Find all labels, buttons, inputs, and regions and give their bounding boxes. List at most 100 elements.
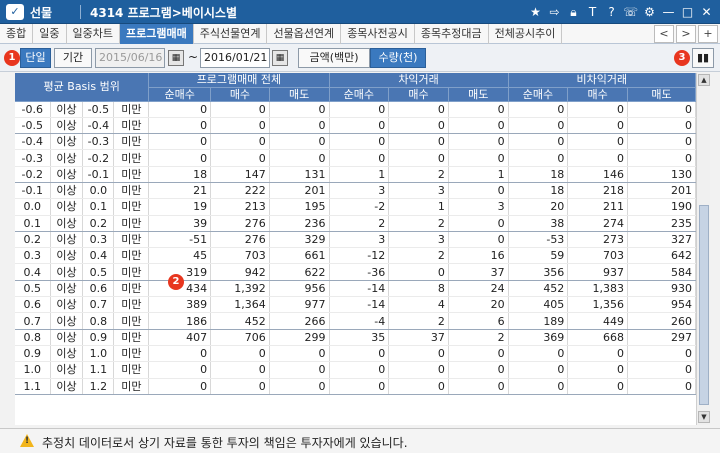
section-label: 선물 [30, 6, 53, 20]
cell-range-high: 1.1 [82, 361, 115, 379]
table-row[interactable]: -0.6 이상 -0.5 미만 0 0 0 0 0 0 0 0 0 [15, 101, 696, 118]
cell-range-low: -0.4 [15, 133, 51, 151]
cell-range-high-op: 미만 [113, 280, 150, 298]
cell-range-low-op: 이상 [50, 361, 84, 379]
header-buy: 매수 [567, 87, 629, 102]
tab-next-button[interactable]: > [676, 25, 696, 43]
cell-arb-sell: 0 [448, 182, 509, 200]
chart-icon[interactable]: ▮▮ [692, 48, 714, 68]
maximize-icon[interactable]: □ [680, 3, 695, 21]
tab-add-button[interactable]: + [698, 25, 718, 43]
cell-total-sell: 131 [269, 166, 330, 183]
table-row[interactable]: 0.5 이상 0.6 미만 434 1,392 956 -14 8 24 452 1,383 930 [15, 280, 696, 298]
cell-arb-buy: 0 [388, 101, 449, 118]
table-row[interactable]: 0.3 이상 0.4 미만 45 703 661 -12 2 16 59 703 642 [15, 247, 696, 265]
end-calendar-icon[interactable]: ▦ [272, 50, 288, 66]
quantity-button[interactable]: 수량(천) [370, 48, 426, 68]
period-button[interactable]: 기간 [54, 48, 92, 68]
table-row[interactable]: 0.4 이상 0.5 미만 319 942 622 -36 0 37 356 937 584 [15, 263, 696, 281]
table-row[interactable]: -0.5 이상 -0.4 미만 0 0 0 0 0 0 0 0 0 [15, 117, 696, 135]
phone-icon[interactable]: ☏ [623, 3, 638, 21]
cell-range-low: 0.4 [15, 263, 51, 281]
tab-prev-button[interactable]: < [654, 25, 674, 43]
start-date-input[interactable]: 2015/06/16 [95, 48, 165, 68]
vertical-scrollbar[interactable]: ▲ ▼ [696, 73, 710, 425]
header-buy: 매수 [388, 87, 449, 102]
table-row[interactable]: -0.4 이상 -0.3 미만 0 0 0 0 0 0 0 0 0 [15, 133, 696, 151]
table-row[interactable]: 0.6 이상 0.7 미만 389 1,364 977 -14 4 20 405 1,356 954 [15, 296, 696, 314]
cell-total-buy: 0 [210, 133, 270, 151]
cell-total-sell: 0 [269, 117, 330, 135]
cell-arb-net-buy: 1 [329, 166, 390, 183]
table-row[interactable]: 0.8 이상 0.9 미만 407 706 299 35 37 2 369 668 297 [15, 329, 696, 346]
table-row[interactable]: 0.1 이상 0.2 미만 39 276 236 2 2 0 38 274 235 [15, 215, 696, 232]
table-row[interactable]: 1.1 이상 1.2 미만 0 0 0 0 0 0 0 0 0 [15, 378, 696, 395]
header-buy: 매수 [210, 87, 270, 102]
cell-arb-sell: 2 [448, 329, 509, 346]
amount-button[interactable]: 금액(백만) [298, 48, 370, 68]
cell-nonarb-net-buy: 59 [508, 247, 569, 265]
cell-arb-net-buy: 0 [329, 117, 390, 135]
cell-nonarb-net-buy: 0 [508, 117, 569, 135]
text-icon[interactable]: T [585, 3, 600, 21]
tab-intraday[interactable]: 일중 [33, 24, 67, 44]
tab-estimated-amount[interactable]: 종목추정대금 [415, 24, 489, 44]
help-icon[interactable]: ? [604, 3, 619, 21]
tab-disclosure-trend[interactable]: 전체공시추이 [489, 24, 563, 44]
cell-arb-sell: 0 [448, 101, 509, 118]
end-date-input[interactable]: 2016/01/21 [200, 48, 270, 68]
cell-arb-net-buy: 0 [329, 133, 390, 151]
cell-range-low: 0.7 [15, 312, 51, 330]
cell-range-high: 0.4 [82, 247, 115, 265]
tab-intraday-chart[interactable]: 일중차트 [67, 24, 120, 44]
table-row[interactable]: -0.3 이상 -0.2 미만 0 0 0 0 0 0 0 0 0 [15, 149, 696, 167]
cell-range-high: -0.5 [82, 101, 115, 118]
table-row[interactable]: -0.2 이상 -0.1 미만 18 147 131 1 2 1 18 146 130 [15, 166, 696, 183]
tab-stock-futures[interactable]: 주식선물연계 [194, 24, 268, 44]
table-row[interactable]: -0.1 이상 0.0 미만 21 222 201 3 3 0 18 218 201 [15, 182, 696, 200]
minimize-icon[interactable]: — [661, 3, 676, 21]
cell-nonarb-buy: 1,383 [567, 280, 629, 298]
cell-nonarb-net-buy: 18 [508, 182, 569, 200]
cell-nonarb-net-buy: 18 [508, 166, 569, 183]
cell-total-buy: 276 [210, 231, 270, 249]
cell-arb-sell: 0 [448, 215, 509, 232]
table-row[interactable]: 0.0 이상 0.1 미만 19 213 195 -2 1 3 20 211 190 [15, 198, 696, 216]
settings-icon[interactable]: ⚙ [642, 3, 657, 21]
cell-range-low: -0.3 [15, 149, 51, 167]
cell-arb-buy: 3 [388, 182, 449, 200]
table-row[interactable]: 0.9 이상 1.0 미만 0 0 0 0 0 0 0 0 0 [15, 345, 696, 363]
close-icon[interactable]: ✕ [699, 3, 714, 21]
cell-nonarb-net-buy: 0 [508, 133, 569, 151]
tab-pre-disclosure[interactable]: 종목사전공시 [341, 24, 415, 44]
cell-range-low: -0.2 [15, 166, 51, 183]
table-row[interactable]: 0.2 이상 0.3 미만 -51 276 329 3 3 0 -53 273 327 [15, 231, 696, 249]
cell-range-high: 0.2 [82, 215, 115, 232]
cell-nonarb-buy: 0 [567, 345, 629, 363]
start-calendar-icon[interactable]: ▦ [168, 50, 184, 66]
single-button[interactable]: 단일 [20, 48, 51, 68]
cell-arb-net-buy: -14 [329, 280, 390, 298]
cell-nonarb-buy: 703 [567, 247, 629, 265]
scroll-thumb[interactable] [699, 205, 709, 405]
header-sell: 매도 [269, 87, 330, 102]
cell-range-high: 0.3 [82, 231, 115, 249]
cell-total-buy: 222 [210, 182, 270, 200]
table-row[interactable]: 0.7 이상 0.8 미만 186 452 266 -4 2 6 189 449 260 [15, 312, 696, 330]
table-row[interactable]: 1.0 이상 1.1 미만 0 0 0 0 0 0 0 0 0 [15, 361, 696, 379]
cell-nonarb-buy: 668 [567, 329, 629, 346]
cell-range-low-op: 이상 [50, 378, 84, 395]
cell-total-sell: 299 [269, 329, 330, 346]
cell-arb-net-buy: 3 [329, 231, 390, 249]
scroll-down-icon[interactable]: ▼ [698, 411, 710, 423]
scroll-up-icon[interactable]: ▲ [698, 74, 710, 86]
tab-futures-options[interactable]: 선물옵션연계 [267, 24, 342, 44]
cell-total-buy: 0 [210, 101, 270, 118]
tab-program-trading[interactable]: 프로그램매매 [119, 24, 194, 44]
export-icon[interactable]: ⇨ [547, 3, 562, 21]
tab-summary[interactable]: 종합 [0, 24, 34, 44]
cell-range-high-op: 미만 [113, 133, 150, 151]
star-icon[interactable]: ★ [528, 3, 543, 21]
lock-icon[interactable]: 🔒︎ [566, 3, 581, 21]
cell-total-net-buy: 407 [148, 329, 212, 346]
